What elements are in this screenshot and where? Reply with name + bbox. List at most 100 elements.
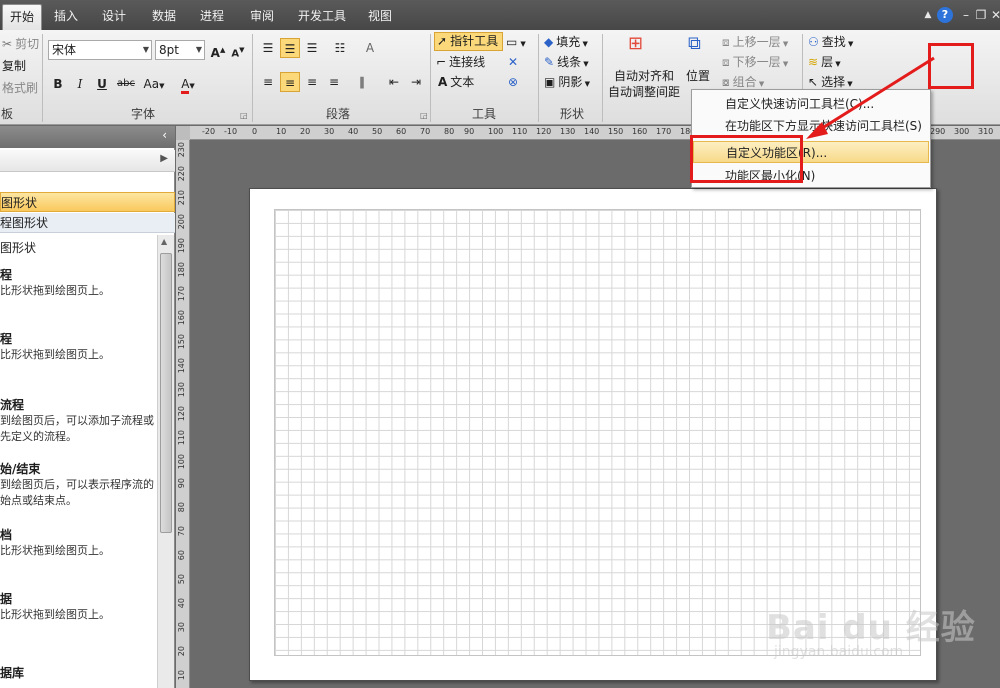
ruler-tick-label: 50 — [372, 127, 383, 136]
tab-data[interactable]: 数据 — [144, 4, 184, 30]
minimize-icon[interactable]: – — [958, 7, 974, 23]
divider — [538, 34, 539, 122]
fill-button[interactable]: ◆ 填充 ▼ — [544, 32, 588, 52]
find-label: 查找 — [821, 35, 846, 49]
cut-button[interactable]: ✂ 剪切 — [2, 34, 39, 54]
chevron-left-icon[interactable]: ‹ — [162, 128, 167, 142]
tab-review[interactable]: 审阅 — [242, 4, 282, 30]
shrink-font-icon: A — [231, 48, 240, 60]
bullets-button[interactable]: ☷ — [330, 38, 350, 58]
italic-button[interactable]: I — [70, 74, 90, 94]
tab-developer[interactable]: 开发工具 — [292, 4, 352, 30]
x-icon: ✕ — [508, 55, 519, 69]
pen-icon: ✎ — [544, 55, 555, 69]
shadow-button[interactable]: ▣ 阴影 ▼ — [544, 72, 590, 92]
dialog-launcher-icon[interactable]: ◲ — [420, 112, 428, 120]
stencil-shape-list: 图形状 程 比形状拖到绘图页上。 程 比形状拖到绘图页上。 流程 到绘图页后，可… — [0, 235, 157, 688]
position-button[interactable]: 位置 — [686, 66, 710, 86]
format-painter-button[interactable]: 格式刷 — [2, 78, 38, 98]
text-direction-button[interactable]: A — [360, 38, 380, 58]
ruler-tick-label: -20 — [202, 127, 216, 136]
vertical-scrollbar[interactable]: ▲ — [157, 235, 174, 688]
distribute-button[interactable]: ∥ — [352, 72, 372, 92]
ruler-tick-label: 0 — [252, 127, 258, 136]
align-bottom-button[interactable]: ☰ — [302, 38, 322, 58]
close-connector-button[interactable]: ✕ — [508, 52, 518, 72]
bring-forward-button[interactable]: ⧈ 上移一层 ▼ — [722, 32, 788, 52]
shape-desc: 比形状拖到绘图页上。 — [0, 544, 110, 557]
ruler-tick-label: 40 — [177, 598, 186, 609]
tab-process[interactable]: 进程 — [192, 4, 232, 30]
shape-item[interactable]: 据库 — [0, 665, 157, 681]
shape-item[interactable]: 始/结束 到绘图页后，可以表示程序流的 始点或结束点。 — [0, 461, 157, 509]
connector-label: 连接线 — [449, 55, 486, 69]
shrink-font-button[interactable]: A▼ — [228, 40, 248, 60]
connector-icon: ⌐ — [436, 55, 447, 69]
ruler-tick-label: 80 — [444, 127, 455, 136]
ribbon-tab-bar: 开始 插入 设计 数据 进程 审阅 开发工具 视图 ▲ ? – ❐ ✕ — [0, 0, 1000, 30]
shape-item[interactable]: 程 比形状拖到绘图页上。 — [0, 331, 157, 363]
shape-item[interactable]: 据 比形状拖到绘图页上。 — [0, 591, 157, 623]
tab-view[interactable]: 视图 — [360, 4, 400, 30]
increase-indent-button[interactable]: ⇥ — [406, 72, 426, 92]
ruler-tick-label: 220 — [177, 166, 186, 182]
fill-label: 填充 — [556, 35, 581, 49]
ruler-tick-label: 110 — [177, 430, 186, 446]
strikethrough-button[interactable]: abc — [114, 74, 138, 94]
send-backward-button[interactable]: ⧈ 下移一层 ▼ — [722, 52, 788, 72]
font-size-combo[interactable]: 8pt ▼ — [155, 40, 205, 60]
layer-button[interactable]: ≋ 层 ▼ — [808, 52, 841, 72]
grow-font-icon: A — [210, 46, 220, 60]
grow-font-button[interactable]: A▲ — [208, 40, 228, 60]
align-right-button[interactable]: ≡ — [302, 72, 322, 92]
ruler-tick-label: 60 — [177, 550, 186, 561]
align-left-button[interactable]: ≡ — [258, 72, 278, 92]
justify-button[interactable]: ≡ — [324, 72, 344, 92]
rectangle-tool-button[interactable]: ▭ ▼ — [506, 32, 526, 52]
align-top-button[interactable]: ☰ — [258, 38, 278, 58]
copy-button[interactable]: 复制 — [2, 56, 26, 76]
tab-insert[interactable]: 插入 — [46, 4, 86, 30]
shape-item[interactable]: 程 比形状拖到绘图页上。 — [0, 267, 157, 299]
send-backward-icon: ⧈ — [722, 55, 730, 69]
font-color-button[interactable]: A▼ — [174, 74, 202, 94]
align-middle-button[interactable]: ☰ — [280, 38, 300, 58]
line-button[interactable]: ✎ 线条 ▼ — [544, 52, 589, 72]
align-center-button[interactable]: ≡ — [280, 72, 300, 92]
ruler-tick-label: -10 — [224, 127, 238, 136]
font-family-combo[interactable]: 宋体 ▼ — [48, 40, 152, 60]
more-shapes-button[interactable]: ▶ — [0, 150, 175, 172]
tab-design[interactable]: 设计 — [94, 4, 134, 30]
pointer-tool-button[interactable]: ➚ 指针工具 — [434, 32, 504, 51]
help-icon[interactable]: ? — [937, 7, 953, 23]
bold-button[interactable]: B — [48, 74, 68, 94]
shape-item[interactable]: 档 比形状拖到绘图页上。 — [0, 527, 157, 559]
shape-item[interactable]: 流程 到绘图页后，可以添加子流程或 先定义的流程。 — [0, 397, 157, 445]
text-tool-button[interactable]: A 文本 — [438, 72, 474, 92]
stencil-tab-other[interactable]: 程图形状 — [0, 213, 175, 233]
connection-point-button[interactable]: ⊗ — [508, 72, 518, 92]
ruler-tick-label: 130 — [177, 382, 186, 398]
chevron-down-icon: ▼ — [195, 45, 202, 54]
change-case-button[interactable]: Aa▼ — [140, 74, 168, 94]
decrease-indent-button[interactable]: ⇤ — [384, 72, 404, 92]
minimize-ribbon-icon[interactable]: ▲ — [920, 7, 936, 23]
connector-tool-button[interactable]: ⌐ 连接线 — [436, 52, 485, 72]
tab-home[interactable]: 开始 — [2, 4, 42, 30]
scroll-up-icon[interactable]: ▲ — [161, 237, 167, 246]
menu-item-customize-qat[interactable]: 自定义快速访问工具栏(C)... — [693, 93, 929, 115]
shape-desc: 到绘图页后，可以添加子流程或 先定义的流程。 — [0, 414, 154, 443]
find-button[interactable]: ⚇ 查找 ▼ — [808, 32, 853, 52]
stencil-tab-active[interactable]: 图形状 — [0, 192, 175, 212]
text-icon: A — [438, 75, 448, 89]
menu-item-show-qat-below[interactable]: 在功能区下方显示快速访问工具栏(S) — [693, 115, 929, 137]
underline-button[interactable]: U — [92, 74, 112, 94]
restore-icon[interactable]: ❐ — [973, 7, 989, 23]
close-icon[interactable]: ✕ — [988, 7, 1000, 23]
dialog-launcher-icon[interactable]: ◲ — [240, 112, 248, 120]
ruler-tick-label: 20 — [177, 646, 186, 657]
auto-space-label[interactable]: 自动调整间距 — [608, 82, 680, 102]
ruler-tick-label: 170 — [656, 127, 672, 136]
ruler-tick-label: 140 — [584, 127, 600, 136]
scrollbar-thumb[interactable] — [160, 253, 172, 533]
